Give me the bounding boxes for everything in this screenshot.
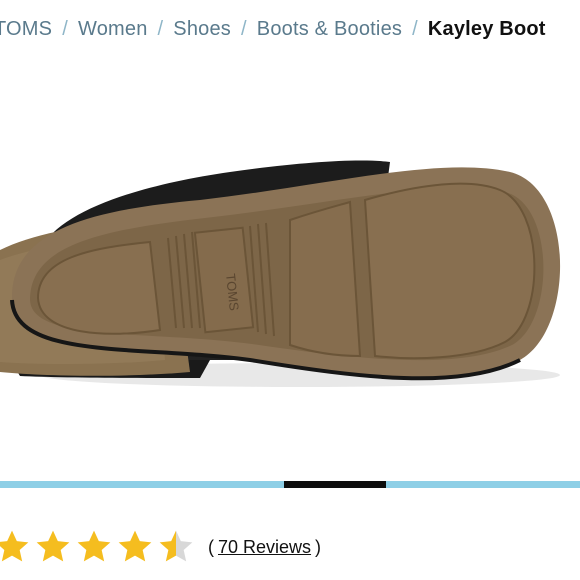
product-image[interactable]: TOMS — [0, 60, 580, 480]
carousel-indicator[interactable] — [0, 481, 580, 488]
shoe-sole-illustration: TOMS — [0, 160, 561, 387]
breadcrumb-link-boots-booties[interactable]: Boots & Booties — [257, 18, 402, 41]
breadcrumb-link-shoes[interactable]: Shoes — [173, 18, 231, 41]
breadcrumb-link-toms[interactable]: TOMS — [0, 18, 52, 41]
breadcrumb-separator: / — [412, 17, 418, 40]
star-half-icon — [159, 530, 193, 562]
breadcrumb: TOMS / Women / Shoes / Boots & Booties /… — [0, 14, 546, 44]
breadcrumb-separator: / — [157, 17, 164, 40]
reviews-open-paren: ( — [208, 536, 214, 557]
reviews-summary: ( 70 Reviews ) — [208, 537, 321, 558]
star-full-icon — [36, 530, 70, 562]
star-rating: ( 70 Reviews ) — [0, 527, 321, 567]
reviews-close-paren: ) — [315, 536, 322, 557]
reviews-link[interactable]: 70 Reviews — [218, 537, 311, 558]
carousel-indicator-active — [284, 481, 386, 488]
breadcrumb-separator: / — [62, 17, 68, 40]
breadcrumb-link-women[interactable]: Women — [78, 18, 148, 41]
star-full-icon — [77, 530, 111, 562]
breadcrumb-separator: / — [241, 17, 247, 40]
star-full-icon — [118, 530, 152, 562]
breadcrumb-current-page: Kayley Boot — [427, 17, 546, 40]
star-full-icon — [0, 530, 29, 562]
